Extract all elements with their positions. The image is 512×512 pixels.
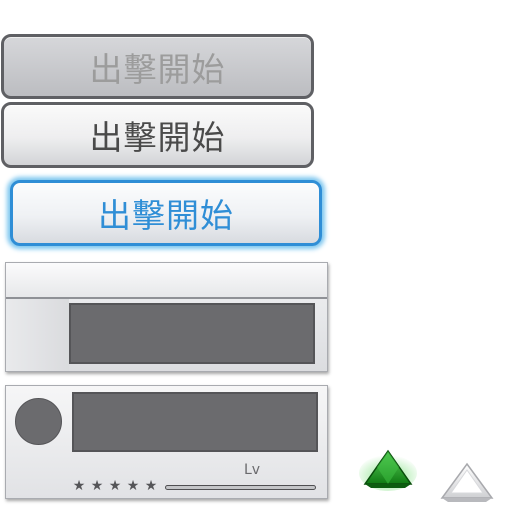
- panel-header: [6, 263, 327, 299]
- avatar: [15, 398, 62, 445]
- up-triangle-white-icon[interactable]: [437, 460, 497, 506]
- exp-bar: [165, 485, 316, 490]
- level-label: Lv: [244, 462, 261, 478]
- sortie-start-button-disabled: 出擊開始: [1, 34, 314, 99]
- sortie-start-button[interactable]: 出擊開始: [1, 102, 314, 168]
- character-info-area: [72, 392, 318, 452]
- star-icon: ★: [126, 478, 140, 494]
- star-icon: ★: [144, 478, 158, 494]
- character-card[interactable]: ★ ★ ★ ★ ★ Lv: [5, 385, 328, 499]
- panel-frame: [5, 262, 328, 372]
- up-triangle-green-icon[interactable]: [359, 447, 417, 491]
- star-icon: ★: [90, 478, 104, 494]
- star-icon: ★: [72, 478, 86, 494]
- panel-sidebar: [6, 299, 69, 371]
- rarity-stars: ★ ★ ★ ★ ★: [71, 479, 159, 493]
- panel-content-area: [69, 303, 315, 364]
- ui-sprite-sheet: 出擊開始 出擊開始 出擊開始 ★ ★ ★ ★ ★ Lv: [0, 0, 512, 512]
- sortie-start-button-highlighted[interactable]: 出擊開始: [10, 180, 322, 246]
- star-icon: ★: [108, 478, 122, 494]
